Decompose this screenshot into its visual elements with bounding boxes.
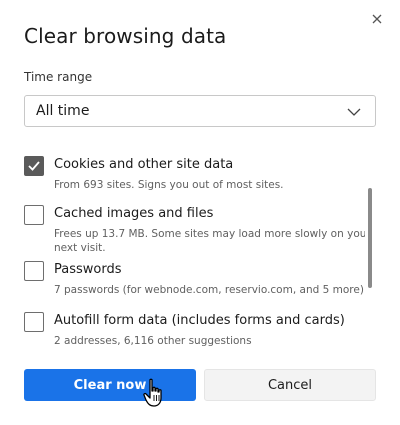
time-range-select[interactable]: All time bbox=[24, 95, 376, 127]
cancel-button[interactable]: Cancel bbox=[204, 369, 376, 401]
data-type-list: Cookies and other site data From 693 sit… bbox=[0, 150, 365, 348]
passwords-checkbox[interactable] bbox=[24, 261, 44, 281]
clear-browsing-data-dialog: Clear browsing data Time range All time … bbox=[0, 0, 400, 425]
autofill-description: 2 addresses, 6,116 other suggestions bbox=[54, 335, 252, 347]
close-icon bbox=[372, 14, 382, 24]
cache-checkbox[interactable] bbox=[24, 205, 44, 225]
clear-now-button[interactable]: Clear now bbox=[24, 369, 196, 401]
passwords-description: 7 passwords (for webnode.com, reservio.c… bbox=[54, 284, 364, 296]
close-button[interactable] bbox=[368, 10, 386, 28]
autofill-title: Autofill form data (includes forms and c… bbox=[54, 313, 345, 328]
time-range-value: All time bbox=[36, 103, 90, 119]
time-range-label: Time range bbox=[24, 70, 93, 84]
autofill-checkbox[interactable] bbox=[24, 312, 44, 332]
dialog-title: Clear browsing data bbox=[24, 24, 227, 48]
chevron-down-icon bbox=[347, 108, 361, 116]
passwords-title: Passwords bbox=[54, 262, 122, 277]
list-scrollbar[interactable] bbox=[368, 188, 372, 288]
cookies-description: From 693 sites. Signs you out of most si… bbox=[54, 179, 284, 191]
cache-title: Cached images and files bbox=[54, 206, 214, 221]
cookies-title: Cookies and other site data bbox=[54, 157, 234, 172]
cookies-checkbox[interactable] bbox=[24, 156, 44, 176]
checkmark-icon bbox=[28, 161, 40, 171]
cache-description: Frees up 13.7 MB. Some sites may load mo… bbox=[54, 228, 365, 254]
